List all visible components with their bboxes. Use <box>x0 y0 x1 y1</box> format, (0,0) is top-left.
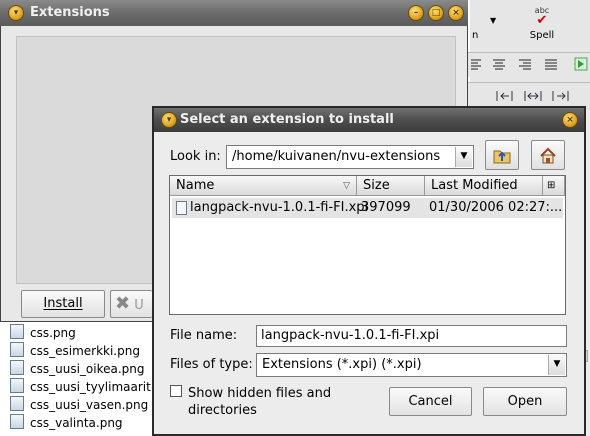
minimize-icon[interactable]: – <box>408 5 424 21</box>
columns-icon: ⊞ <box>547 180 556 191</box>
file-type-value: Extensions (*.xpi) (*.xpi) <box>262 357 422 372</box>
column-header-modified[interactable]: Last Modified <box>425 176 543 196</box>
file-type-select[interactable]: Extensions (*.xpi) (*.xpi) ▼ <box>256 353 567 377</box>
file-type-label: Files of type: <box>170 357 253 372</box>
document-icon <box>176 201 187 215</box>
table-column-right-icon[interactable] <box>552 89 570 103</box>
file-list: css.png css_esimerkki.png css_uusi_oikea… <box>0 322 152 436</box>
install-label: Install <box>43 296 83 311</box>
spell-button[interactable]: abc ✔ Spell <box>520 4 564 44</box>
home-button[interactable] <box>531 140 565 170</box>
file-name: css_esimerkki.png <box>30 344 140 358</box>
align-left-icon[interactable] <box>470 57 484 71</box>
uninstall-button[interactable]: ✖ U <box>110 290 152 318</box>
file-name-value: langpack-nvu-1.0.1-fi-FI.xpi <box>261 328 440 343</box>
cancel-button[interactable]: Cancel <box>389 387 472 416</box>
toolbar-cut-label: n <box>472 30 479 41</box>
spell-label: Spell <box>529 30 555 41</box>
image-file-icon <box>10 342 24 357</box>
look-in-label: Look in: <box>170 149 221 164</box>
cancel-label: Cancel <box>408 394 453 409</box>
chevron-down-icon[interactable]: ▼ <box>548 355 565 375</box>
column-chooser-button[interactable]: ⊞ <box>543 176 565 196</box>
file-name-cell: langpack-nvu-1.0.1-fi-FI.xpi <box>190 200 369 215</box>
list-item[interactable]: css_valinta.png <box>10 414 152 432</box>
list-item[interactable]: css_uusi_tyylimaarit <box>10 378 152 396</box>
column-header-size-label: Size <box>363 178 390 193</box>
file-name: css_uusi_oikea.png <box>30 362 145 376</box>
close-icon[interactable]: × <box>448 5 464 21</box>
list-item[interactable]: css_uusi_oikea.png <box>10 360 152 378</box>
column-header-name[interactable]: Name ▽ <box>170 176 357 196</box>
home-icon <box>540 147 556 164</box>
play-icon[interactable] <box>574 57 588 71</box>
file-name: css_uusi_tyylimaarit <box>30 380 151 394</box>
show-hidden-checkbox[interactable] <box>170 385 182 397</box>
look-in-value: /home/kuivanen/nvu-extensions <box>232 149 441 164</box>
look-in-combo[interactable]: /home/kuivanen/nvu-extensions ▼ <box>226 145 474 169</box>
open-button[interactable]: Open <box>483 387 567 416</box>
column-header-size[interactable]: Size <box>357 176 425 196</box>
list-item[interactable]: css_uusi_vasen.png <box>10 396 152 414</box>
table-toolbar <box>468 82 590 109</box>
column-header-name-label: Name <box>176 178 215 193</box>
image-file-icon <box>10 378 24 393</box>
dialog-title: Select an extension to install <box>180 112 394 127</box>
table-row[interactable]: langpack-nvu-1.0.1-fi-FI.xpi 397099 01/3… <box>172 198 563 218</box>
image-file-icon <box>10 360 24 375</box>
dialog-title-bar[interactable]: ▾ Select an extension to install × <box>154 108 584 132</box>
image-file-icon <box>10 324 24 339</box>
align-justify-icon[interactable] <box>544 57 558 71</box>
format-toolbar <box>468 52 590 77</box>
window-menu-icon[interactable]: ▾ <box>161 112 177 128</box>
maximize-icon[interactable]: □ <box>428 5 444 21</box>
dropdown-arrow-icon[interactable]: ▼ <box>490 16 496 25</box>
file-name-input[interactable]: langpack-nvu-1.0.1-fi-FI.xpi <box>256 325 567 347</box>
show-hidden-label-line1: Show hidden files and <box>188 386 332 401</box>
close-icon[interactable]: × <box>562 112 578 128</box>
image-file-icon <box>10 396 24 411</box>
extensions-title-bar[interactable]: ▾ Extensions – □ × <box>0 0 468 26</box>
list-item[interactable]: css_esimerkki.png <box>10 342 152 360</box>
window-menu-icon[interactable]: ▾ <box>8 5 24 21</box>
image-file-icon <box>10 414 24 429</box>
file-modified-cell: 01/30/2006 02:27:... <box>429 200 563 215</box>
align-right-icon[interactable] <box>518 57 532 71</box>
folder-up-button[interactable] <box>485 140 519 170</box>
window-title: Extensions <box>30 5 110 20</box>
show-hidden-label-line2: directories <box>188 403 257 418</box>
file-name: css_uusi_vasen.png <box>30 398 149 412</box>
table-column-left-icon[interactable] <box>496 89 514 103</box>
install-button[interactable]: Install <box>21 290 105 318</box>
file-name: css.png <box>30 326 76 340</box>
chevron-down-icon[interactable]: ▼ <box>455 147 472 167</box>
sort-icon: ▽ <box>343 181 350 191</box>
column-header-modified-label: Last Modified <box>431 178 518 193</box>
file-name-label: File name: <box>170 328 238 343</box>
list-item[interactable]: css.png <box>10 324 152 342</box>
uninstall-icon: ✖ <box>115 293 131 314</box>
open-label: Open <box>507 394 543 409</box>
file-name: css_valinta.png <box>30 416 123 430</box>
table-column-center-icon[interactable] <box>524 89 542 103</box>
spell-check-icon: ✔ <box>536 13 548 28</box>
uninstall-label: U <box>134 298 144 313</box>
folder-up-icon <box>493 150 511 164</box>
align-center-icon[interactable] <box>492 57 506 71</box>
file-size-cell: 397099 <box>361 200 411 215</box>
file-listview[interactable]: Name ▽ Size Last Modified ⊞ langpack-nvu-… <box>169 175 566 315</box>
